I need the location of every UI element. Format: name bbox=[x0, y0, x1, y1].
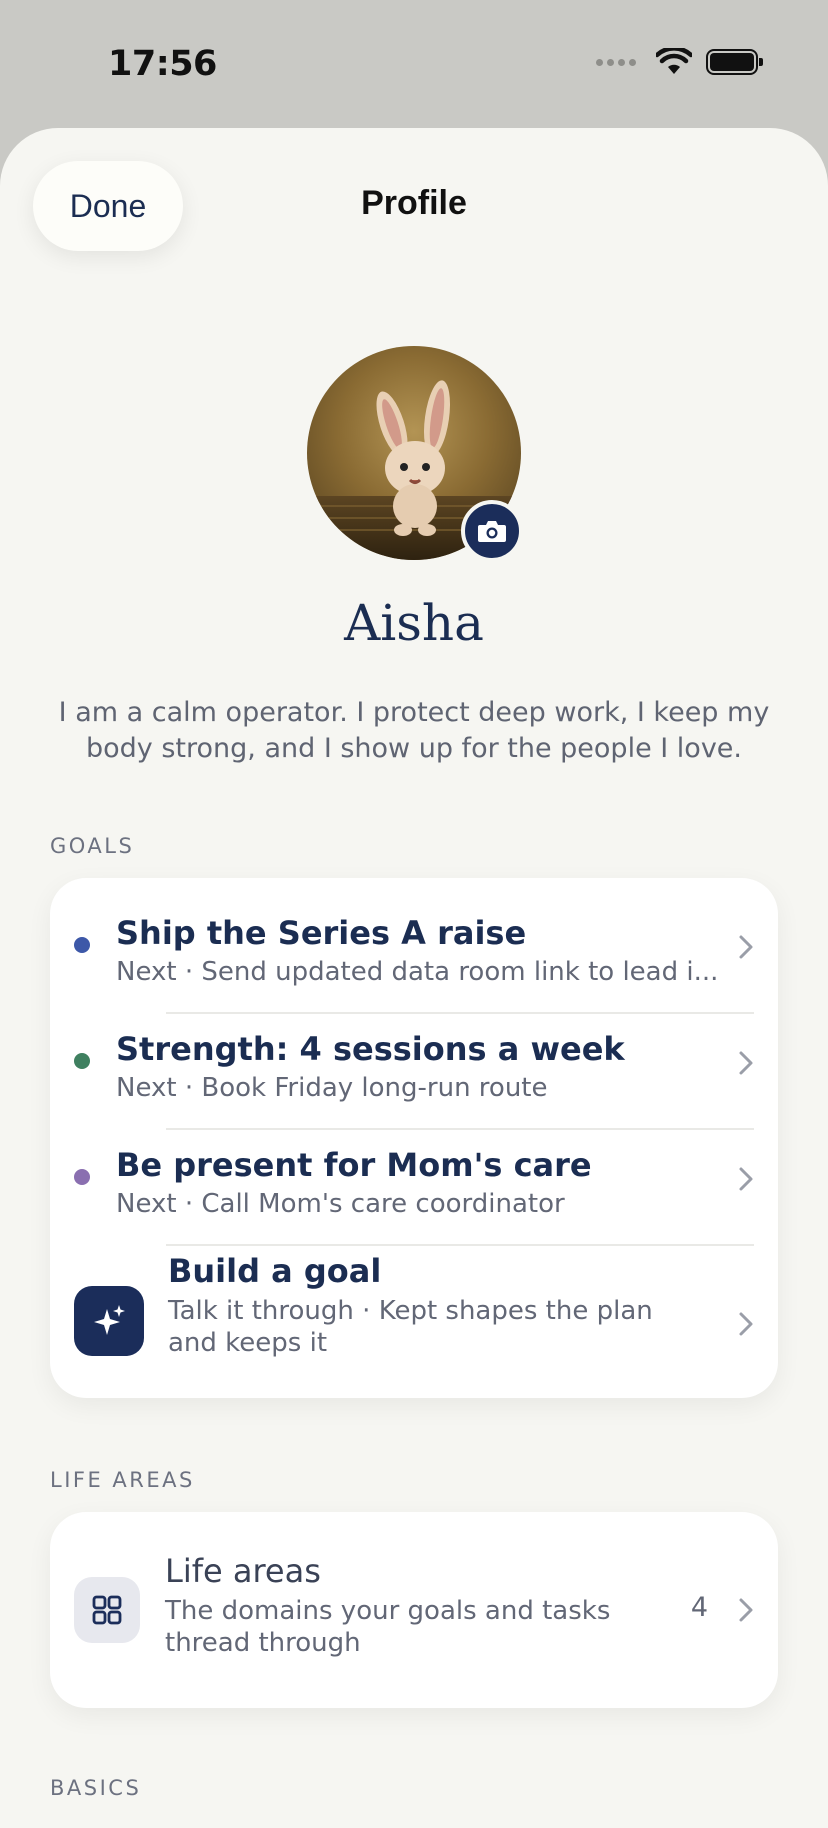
profile-name: Aisha bbox=[344, 594, 484, 652]
goal-row-moms-care[interactable]: Be present for Mom's care Next · Call Mo… bbox=[50, 1110, 778, 1226]
chevron-right-icon bbox=[739, 1312, 753, 1336]
wifi-icon bbox=[656, 48, 692, 74]
status-time: 17:56 bbox=[108, 44, 217, 84]
profile-bio: I am a calm operator. I protect deep wor… bbox=[58, 697, 770, 764]
build-goal-subtitle-continued: and keeps it bbox=[168, 1328, 328, 1358]
goal-next-step: Next · Send updated data room link to le… bbox=[116, 957, 719, 987]
life-areas-section-label: LIFE AREAS bbox=[50, 1468, 195, 1492]
grid-icon bbox=[92, 1595, 122, 1625]
life-areas-subtitle-continued: thread through bbox=[165, 1628, 361, 1658]
battery-icon bbox=[706, 49, 763, 75]
goal-color-dot bbox=[74, 1169, 90, 1185]
goal-row-strength[interactable]: Strength: 4 sessions a week Next · Book … bbox=[50, 994, 778, 1110]
signal-icon bbox=[596, 58, 636, 66]
life-areas-title: Life areas bbox=[165, 1552, 321, 1590]
build-goal-subtitle: Talk it through · Kept shapes the plan bbox=[168, 1296, 653, 1326]
profile-sheet: Done Profile Aisha I am a calm operator.… bbox=[0, 128, 828, 1828]
goals-card: Ship the Series A raise Next · Send upda… bbox=[50, 878, 778, 1398]
chevron-right-icon bbox=[739, 1167, 753, 1191]
goal-color-dot bbox=[74, 1053, 90, 1069]
life-areas-icon-tile bbox=[74, 1577, 140, 1643]
goal-title: Ship the Series A raise bbox=[116, 914, 527, 952]
goal-color-dot bbox=[74, 937, 90, 953]
chevron-right-icon bbox=[739, 1051, 753, 1075]
status-bar: 17:56 bbox=[0, 0, 828, 128]
status-icons bbox=[596, 48, 763, 76]
build-goal-row[interactable]: Build a goal Talk it through · Kept shap… bbox=[50, 1226, 778, 1398]
build-goal-icon-tile bbox=[74, 1286, 144, 1356]
page-title: Profile bbox=[361, 184, 467, 222]
goals-section-label: GOALS bbox=[50, 834, 135, 858]
basics-section-label: BASICS bbox=[50, 1776, 142, 1800]
goal-title: Be present for Mom's care bbox=[116, 1146, 592, 1184]
life-areas-card[interactable]: Life areas The domains your goals and ta… bbox=[50, 1512, 778, 1708]
goal-row-series-a[interactable]: Ship the Series A raise Next · Send upda… bbox=[50, 878, 778, 994]
goal-next-step: Next · Call Mom's care coordinator bbox=[116, 1189, 565, 1219]
build-goal-title: Build a goal bbox=[168, 1252, 382, 1290]
life-areas-count: 4 bbox=[690, 1592, 708, 1623]
goal-next-step: Next · Book Friday long-run route bbox=[116, 1073, 548, 1103]
goal-title: Strength: 4 sessions a week bbox=[116, 1030, 625, 1068]
avatar-container bbox=[307, 346, 523, 562]
change-photo-button[interactable] bbox=[461, 500, 523, 562]
sparkles-icon bbox=[94, 1305, 125, 1335]
camera-icon bbox=[478, 521, 506, 542]
life-areas-subtitle: The domains your goals and tasks bbox=[165, 1596, 611, 1626]
chevron-right-icon bbox=[739, 935, 753, 959]
chevron-right-icon bbox=[739, 1598, 753, 1622]
